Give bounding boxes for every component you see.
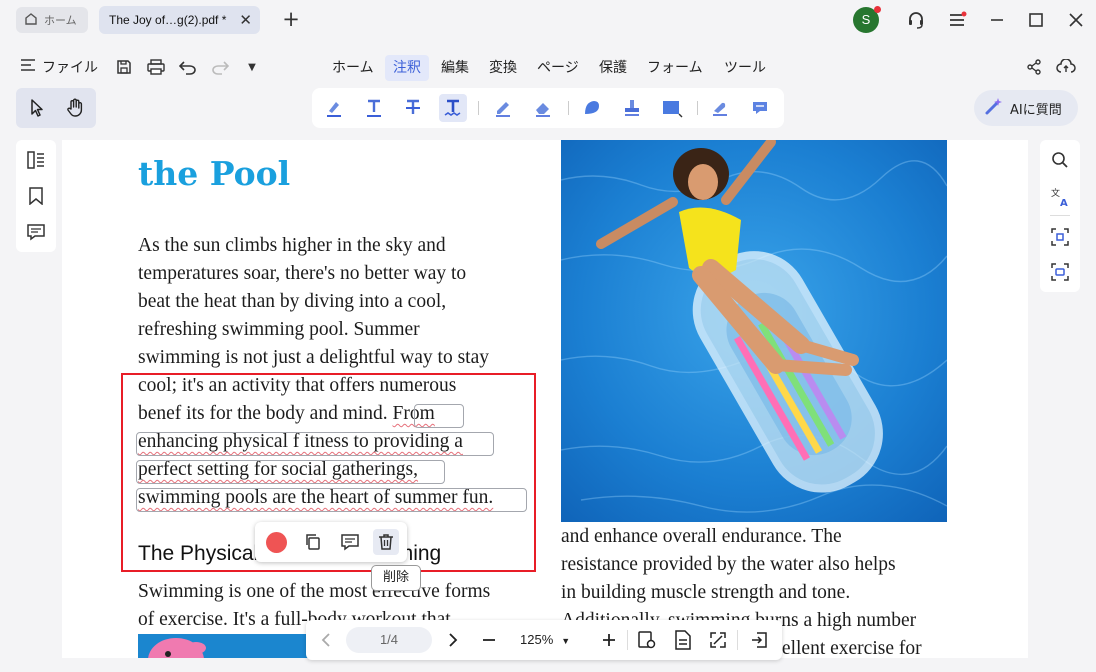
separator: [568, 101, 569, 115]
hamburger-icon: [20, 58, 36, 76]
file-menu-label: ファイル: [42, 60, 98, 76]
screen-capture-icon[interactable]: [1049, 261, 1071, 283]
new-tab-button[interactable]: +: [280, 6, 302, 32]
svg-text:文: 文: [1051, 187, 1060, 199]
next-page-icon[interactable]: [440, 627, 466, 653]
menu-icon[interactable]: [946, 9, 968, 31]
highlight-icon[interactable]: [320, 94, 348, 122]
thumbnails-icon[interactable]: [25, 149, 47, 171]
pool-photo: [561, 140, 947, 522]
separator: [1050, 215, 1070, 216]
menu-convert[interactable]: 変換: [481, 55, 525, 81]
text-line: in building muscle strength and tone.: [561, 582, 851, 603]
flamingo-photo: [138, 634, 308, 658]
tab-document[interactable]: The Joy of…g(2).pdf * ✕: [99, 6, 260, 34]
text-line: resistance provided by the water also he…: [561, 554, 896, 575]
text-line: refreshing swimming pool. Summer: [138, 319, 420, 340]
menu-edit[interactable]: 編集: [433, 55, 477, 81]
undo-icon[interactable]: [177, 56, 199, 78]
text-line: beat the heat than by diving into a cool…: [138, 291, 447, 312]
menu-tools[interactable]: ツール: [716, 55, 774, 81]
page-layout-icon[interactable]: [670, 627, 696, 653]
print-icon[interactable]: [145, 56, 167, 78]
redo-icon[interactable]: [209, 56, 231, 78]
menu-home[interactable]: ホーム: [324, 55, 382, 81]
text-line: temperatures soar, there's no better way…: [138, 263, 467, 284]
previous-page-icon[interactable]: [313, 627, 339, 653]
maximize-icon[interactable]: [1025, 9, 1047, 31]
zoom-out-icon[interactable]: [476, 627, 502, 653]
dropdown-caret-icon[interactable]: ▼: [241, 56, 263, 78]
tab-document-label: The Joy of…g(2).pdf *: [109, 13, 227, 27]
separator: [478, 101, 479, 115]
color-swatch: [265, 531, 287, 553]
cloud-upload-icon[interactable]: [1055, 56, 1077, 78]
delete-tooltip: 削除: [371, 565, 421, 591]
separator: [627, 630, 628, 650]
document-heading: the Pool: [138, 154, 291, 193]
bookmark-icon[interactable]: [25, 185, 47, 207]
menu-form[interactable]: フォーム: [639, 55, 711, 81]
minimize-icon[interactable]: [986, 9, 1008, 31]
svg-text:A: A: [1060, 198, 1068, 207]
save-icon[interactable]: [113, 56, 135, 78]
strikethrough-icon[interactable]: [399, 94, 427, 122]
page-indicator[interactable]: 1/4: [346, 627, 432, 653]
avatar-letter: S: [861, 12, 871, 27]
home-icon: [24, 12, 38, 29]
comment-icon[interactable]: [746, 94, 774, 122]
text-line: and enhance overall endurance. The: [561, 526, 842, 547]
hand-tool-icon[interactable]: [60, 93, 90, 123]
eraser-icon[interactable]: [529, 94, 557, 122]
area-highlight-icon[interactable]: [658, 94, 686, 122]
close-window-icon[interactable]: [1065, 9, 1087, 31]
text-line: Swimming is one of the most effective fo…: [138, 581, 491, 602]
exit-reading-icon[interactable]: [746, 627, 772, 653]
color-picker-button[interactable]: [263, 529, 289, 555]
tab-home[interactable]: ホーム: [16, 7, 88, 33]
separator: [737, 630, 738, 650]
menu-page[interactable]: ページ: [529, 55, 587, 81]
ai-ask-label: AIに質問: [1010, 102, 1062, 118]
pencil-icon[interactable]: [489, 94, 517, 122]
menu-protect[interactable]: 保護: [591, 55, 635, 81]
copy-icon[interactable]: [300, 529, 326, 555]
ai-wand-icon: [984, 96, 1004, 120]
ai-ask-button[interactable]: AIに質問: [974, 90, 1078, 126]
ocr-scan-icon[interactable]: [1049, 226, 1071, 248]
shape-icon[interactable]: [578, 94, 606, 122]
separator: [697, 101, 698, 115]
select-cursor-icon[interactable]: [22, 93, 52, 123]
signature-icon[interactable]: [706, 94, 734, 122]
fit-page-icon[interactable]: [634, 627, 660, 653]
search-icon[interactable]: [1049, 149, 1071, 171]
text-line: As the sun climbs higher in the sky and: [138, 235, 446, 256]
file-menu[interactable]: ファイル: [20, 57, 98, 77]
notification-dot: [874, 6, 881, 13]
translate-icon[interactable]: 文A: [1049, 186, 1071, 208]
zoom-level[interactable]: 125% ▼: [520, 627, 570, 653]
text-line: swimming is not just a delightful way to…: [138, 347, 489, 368]
delete-icon[interactable]: [373, 529, 399, 555]
headset-icon[interactable]: [905, 9, 927, 31]
stamp-icon[interactable]: [618, 94, 646, 122]
zoom-value: 125%: [520, 632, 554, 647]
menu-annotate[interactable]: 注釈: [385, 55, 429, 81]
fullscreen-icon[interactable]: [705, 627, 731, 653]
share-icon[interactable]: [1023, 56, 1045, 78]
underline-text-icon[interactable]: [360, 94, 388, 122]
tab-home-label: ホーム: [44, 14, 77, 27]
close-tab-icon[interactable]: ✕: [239, 11, 252, 29]
add-comment-icon[interactable]: [337, 529, 363, 555]
squiggly-text-icon[interactable]: [439, 94, 467, 122]
avatar[interactable]: S: [853, 6, 881, 33]
comments-panel-icon[interactable]: [25, 221, 47, 243]
zoom-dropdown-icon[interactable]: ▼: [561, 636, 570, 646]
zoom-in-icon[interactable]: [596, 627, 622, 653]
